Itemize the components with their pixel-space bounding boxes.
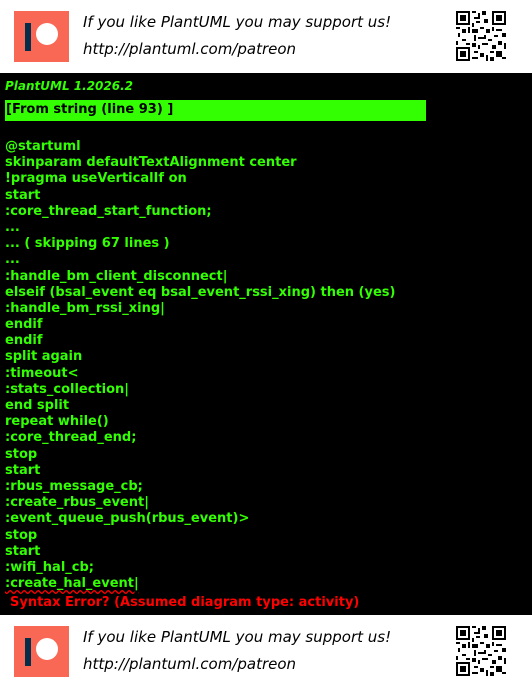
code-line: start: [5, 187, 41, 203]
patreon-logo-icon[interactable]: [14, 626, 69, 677]
source-location-bar: [From string (line 93) ]: [5, 100, 426, 121]
code-line: :rbus_message_cb;: [5, 478, 143, 494]
version-label: PlantUML 1.2026.2: [5, 79, 134, 93]
patreon-logo-icon[interactable]: [14, 11, 69, 62]
code-line: start: [5, 462, 41, 478]
code-line: end split: [5, 398, 70, 413]
code-line: repeat while(): [5, 414, 109, 430]
source-code: @startuml skinparam defaultTextAlignment…: [5, 139, 395, 592]
code-line: elseif (bsal_event eq bsal_event_rssi_xi…: [5, 284, 396, 300]
code-line: :handle_bm_client_disconnect|: [5, 268, 228, 284]
code-line: stop: [5, 446, 38, 462]
banner-support-text: If you like PlantUML you may support us!: [83, 13, 392, 31]
code-line: :core_thread_start_function;: [5, 203, 212, 219]
code-line: stop: [5, 527, 38, 543]
code-line: :create_rbus_event|: [5, 495, 149, 511]
syntax-error-message: Syntax Error? (Assumed diagram type: act…: [10, 595, 360, 610]
error-code-line: :create_hal_event|: [5, 576, 139, 592]
code-line: skinparam defaultTextAlignment center: [5, 155, 297, 171]
code-line: :core_thread_end;: [5, 430, 137, 446]
code-line: :timeout<: [5, 365, 79, 381]
code-line: :handle_bm_rssi_xing|: [5, 300, 165, 316]
code-line: :stats_collection|: [5, 381, 130, 397]
error-console: PlantUML 1.2026.2 [From string (line 93)…: [0, 73, 532, 615]
banner-patreon-link[interactable]: http://plantuml.com/patreon: [83, 40, 296, 58]
code-line: endif: [5, 333, 43, 349]
qr-code-icon: [456, 626, 506, 676]
code-line: ...: [5, 252, 20, 268]
code-line: :wifi_hal_cb;: [5, 559, 94, 575]
code-line: ... ( skipping 67 lines ): [5, 236, 170, 252]
code-line: start: [5, 543, 41, 559]
banner-patreon-link[interactable]: http://plantuml.com/patreon: [83, 655, 296, 673]
code-line: @startuml: [5, 139, 81, 154]
code-line: ...: [5, 219, 20, 235]
source-location-text: [From string (line 93) ]: [6, 102, 174, 117]
code-line: endif: [5, 317, 43, 333]
qr-code-icon: [456, 11, 506, 61]
banner-support-text: If you like PlantUML you may support us!: [83, 628, 392, 646]
top-banner: If you like PlantUML you may support us!…: [0, 0, 532, 73]
code-line: !pragma useVerticalIf on: [5, 171, 187, 187]
code-line: split again: [5, 349, 83, 365]
code-line: :event_queue_push(rbus_event)>: [5, 511, 250, 527]
bottom-banner: If you like PlantUML you may support us!…: [0, 615, 532, 688]
